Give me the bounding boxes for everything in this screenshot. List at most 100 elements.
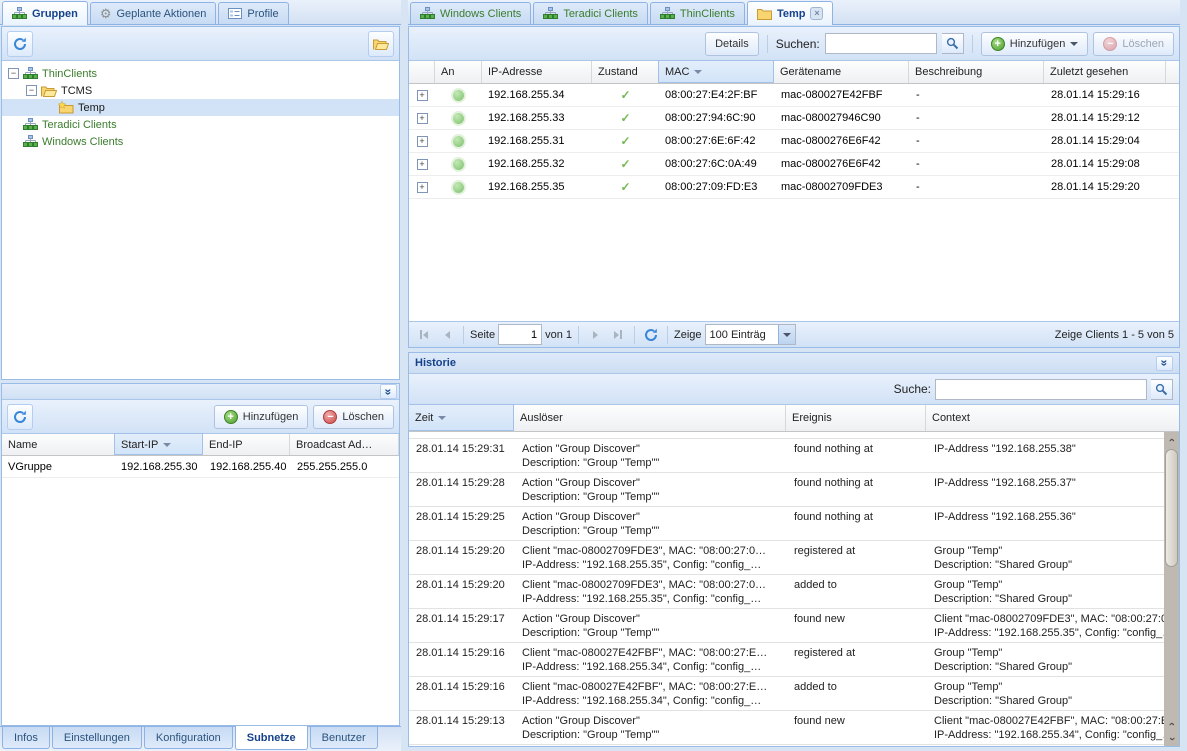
tab-temp[interactable]: Temp × bbox=[747, 1, 834, 25]
history-search-label: Suche: bbox=[894, 382, 931, 396]
expand-row-icon[interactable]: + bbox=[417, 90, 428, 101]
column-header-ip[interactable]: IP-Adresse bbox=[482, 61, 592, 83]
tab-thinclients[interactable]: ThinClients bbox=[650, 2, 745, 24]
next-page-button[interactable] bbox=[585, 325, 605, 345]
expand-row-icon[interactable]: + bbox=[417, 182, 428, 193]
tab-benutzer[interactable]: Benutzer bbox=[310, 727, 378, 749]
refresh-page-button[interactable] bbox=[641, 325, 661, 345]
column-header-broadcast[interactable]: Broadcast Ad… bbox=[290, 434, 399, 455]
column-header-ereignis[interactable]: Ereignis bbox=[786, 405, 926, 431]
scroll-down-button[interactable]: › bbox=[1164, 731, 1179, 746]
tab-label: Windows Clients bbox=[440, 8, 521, 20]
history-row[interactable]: 28.01.14 15:29:20 Client "mac-08002709FD… bbox=[409, 575, 1179, 609]
client-row[interactable]: + 192.168.255.33 ✓ 08:00:27:94:6C:90 mac… bbox=[409, 107, 1179, 130]
history-row[interactable]: 28.01.14 15:29:16 Client "mac-080027E42F… bbox=[409, 677, 1179, 711]
tab-profile[interactable]: Profile bbox=[218, 2, 288, 24]
search-input[interactable] bbox=[825, 33, 937, 54]
collapse-history-button[interactable]: » bbox=[1156, 356, 1173, 371]
history-row[interactable]: 28.01.14 15:29:13 Action "Group Discover… bbox=[409, 711, 1179, 745]
cell-seen: 28.01.14 15:29:12 bbox=[1045, 107, 1167, 129]
tree-item-tcms[interactable]: − TCMS bbox=[2, 82, 399, 99]
cell-seen: 28.01.14 15:29:08 bbox=[1045, 153, 1167, 175]
column-header-zeit[interactable]: Zeit bbox=[408, 404, 514, 431]
tab-windows-clients[interactable]: Windows Clients bbox=[410, 2, 531, 24]
open-folder-button[interactable] bbox=[368, 31, 394, 57]
cell-context: Client "mac-080027E42FBF", MAC: "08:00:2… bbox=[927, 711, 1179, 744]
cell-device: mac-08002709FDE3 bbox=[775, 176, 910, 198]
expand-row-icon[interactable]: + bbox=[417, 136, 428, 147]
scroll-up-button[interactable]: › bbox=[1164, 432, 1179, 447]
cell-context: IP-Address "192.168.255.36" bbox=[927, 507, 1179, 540]
tab-einstellungen[interactable]: Einstellungen bbox=[52, 727, 142, 749]
client-row[interactable]: + 192.168.255.35 ✓ 08:00:27:09:FD:E3 mac… bbox=[409, 176, 1179, 199]
subnet-row[interactable]: VGruppe 192.168.255.30 192.168.255.40 25… bbox=[2, 456, 399, 478]
app-window: Gruppen ⚙ Geplante Aktionen Profile bbox=[0, 0, 1187, 751]
column-header-name[interactable]: Name bbox=[2, 434, 115, 455]
column-header-end-ip[interactable]: End-IP bbox=[203, 434, 290, 455]
scroll-up-button-bottom[interactable]: › bbox=[1164, 716, 1179, 731]
refresh-icon bbox=[13, 37, 27, 51]
refresh-button[interactable] bbox=[7, 404, 33, 430]
combo-trigger-button[interactable] bbox=[778, 325, 795, 344]
cell-trigger: Client "mac-080027E42FBF", MAC: "08:00:2… bbox=[515, 643, 787, 676]
history-row[interactable]: 28.01.14 15:29:28 Action "Group Discover… bbox=[409, 473, 1179, 507]
expand-row-icon[interactable]: + bbox=[417, 113, 428, 124]
cell-end-ip: 192.168.255.40 bbox=[204, 456, 291, 477]
history-rows-viewport: 28.01.14 15:29:31 Action "Group Discover… bbox=[409, 432, 1179, 746]
details-button[interactable]: Details bbox=[705, 32, 759, 56]
scrollbar-thumb[interactable] bbox=[1165, 449, 1178, 567]
search-button[interactable] bbox=[942, 33, 964, 54]
client-row[interactable]: + 192.168.255.31 ✓ 08:00:27:6E:6F:42 mac… bbox=[409, 130, 1179, 153]
client-row[interactable]: + 192.168.255.32 ✓ 08:00:27:6C:0A:49 mac… bbox=[409, 153, 1179, 176]
paging-toolbar: Seite von 1 Zeige 100 Einträg bbox=[409, 321, 1179, 347]
first-page-button[interactable] bbox=[414, 325, 434, 345]
history-scrollbar[interactable]: › › › bbox=[1164, 432, 1179, 746]
add-client-button[interactable]: + Hinzufügen bbox=[981, 32, 1089, 56]
tab-geplante-aktionen[interactable]: ⚙ Geplante Aktionen bbox=[90, 2, 217, 24]
column-header-start-ip[interactable]: Start-IP bbox=[114, 433, 203, 455]
history-row[interactable]: 28.01.14 15:29:16 Client "mac-080027E42F… bbox=[409, 643, 1179, 677]
last-page-button[interactable] bbox=[608, 325, 628, 345]
page-number-input[interactable] bbox=[498, 324, 542, 345]
tab-label: Benutzer bbox=[322, 732, 366, 744]
cell-time: 28.01.14 15:29:13 bbox=[409, 711, 515, 744]
collapse-icon[interactable]: − bbox=[8, 68, 19, 79]
tree-item-label: ThinClients bbox=[42, 68, 97, 80]
cell-event: found nothing at bbox=[787, 507, 927, 540]
tab-gruppen[interactable]: Gruppen bbox=[2, 1, 88, 25]
tree-item-temp[interactable]: Temp bbox=[2, 99, 399, 116]
column-header-zuletzt-gesehen[interactable]: Zuletzt gesehen bbox=[1044, 61, 1166, 83]
column-header-beschreibung[interactable]: Beschreibung bbox=[909, 61, 1044, 83]
prev-page-button[interactable] bbox=[437, 325, 457, 345]
history-search-button[interactable] bbox=[1151, 379, 1173, 400]
refresh-button[interactable] bbox=[7, 31, 33, 57]
history-row[interactable]: 28.01.14 15:29:17 Action "Group Discover… bbox=[409, 609, 1179, 643]
tab-konfiguration[interactable]: Konfiguration bbox=[144, 727, 233, 749]
column-header-geraetename[interactable]: Gerätename bbox=[774, 61, 909, 83]
history-row[interactable]: 28.01.14 15:29:31 Action "Group Discover… bbox=[409, 439, 1179, 473]
collapse-icon[interactable]: − bbox=[26, 85, 37, 96]
client-row[interactable]: + 192.168.255.34 ✓ 08:00:27:E4:2F:BF mac… bbox=[409, 84, 1179, 107]
close-tab-icon[interactable]: × bbox=[810, 7, 823, 20]
history-row[interactable]: 28.01.14 15:29:20 Client "mac-08002709FD… bbox=[409, 541, 1179, 575]
expand-row-icon[interactable]: + bbox=[417, 159, 428, 170]
page-size-combo[interactable]: 100 Einträg bbox=[705, 324, 796, 345]
delete-subnet-button[interactable]: − Löschen bbox=[313, 405, 394, 429]
tab-teradici-clients[interactable]: Teradici Clients bbox=[533, 2, 648, 24]
tree-item-windows-clients[interactable]: Windows Clients bbox=[2, 133, 399, 150]
column-header-zustand[interactable]: Zustand bbox=[592, 61, 659, 83]
column-header-mac[interactable]: MAC bbox=[658, 60, 774, 83]
tab-subnetze[interactable]: Subnetze bbox=[235, 726, 308, 750]
folder-icon bbox=[757, 8, 772, 20]
add-subnet-button[interactable]: + Hinzufügen bbox=[214, 405, 309, 429]
column-header-an[interactable]: An bbox=[435, 61, 482, 83]
history-row[interactable]: 28.01.14 15:29:25 Action "Group Discover… bbox=[409, 507, 1179, 541]
column-header-ausloeser[interactable]: Auslöser bbox=[514, 405, 786, 431]
tree-item-thinclients[interactable]: − ThinClients bbox=[2, 65, 399, 82]
tree-item-teradici-clients[interactable]: Teradici Clients bbox=[2, 116, 399, 133]
collapse-panel-button[interactable]: » bbox=[380, 384, 397, 399]
column-header-context[interactable]: Context bbox=[926, 405, 1179, 431]
delete-client-button[interactable]: − Löschen bbox=[1093, 32, 1174, 56]
tab-infos[interactable]: Infos bbox=[2, 727, 50, 749]
history-search-input[interactable] bbox=[935, 379, 1147, 400]
